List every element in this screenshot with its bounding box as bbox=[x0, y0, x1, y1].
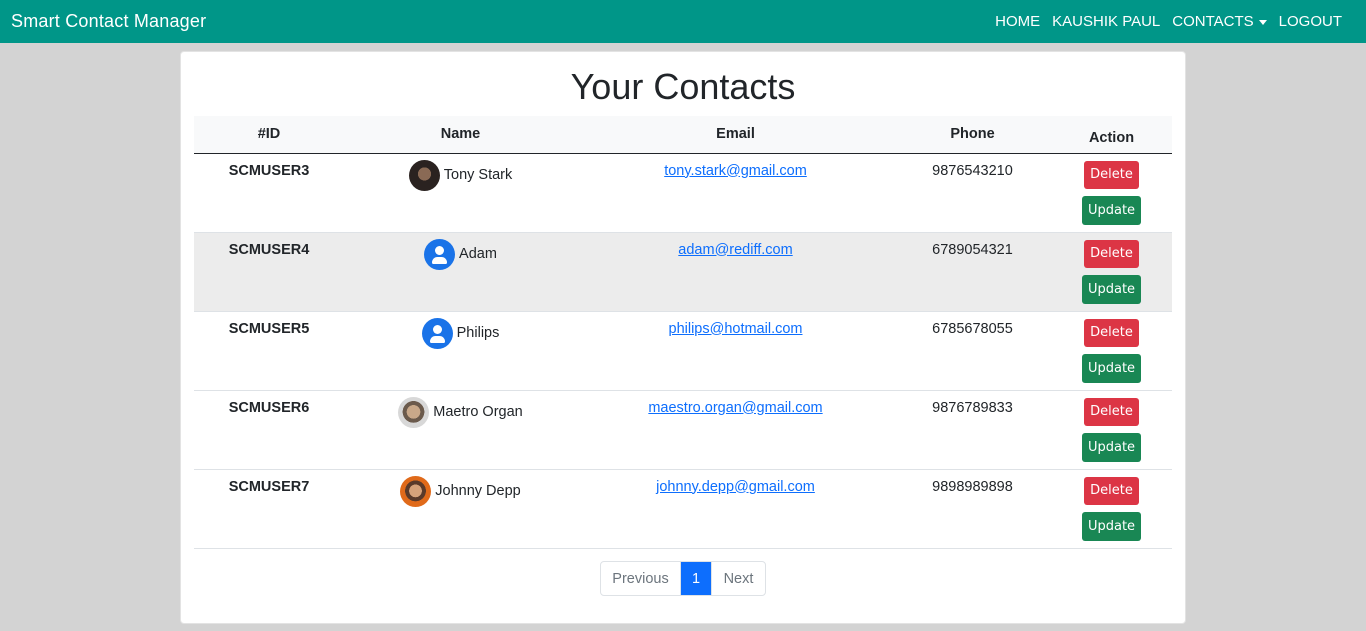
table-row: SCMUSER5 Philips philips@hotmail.com 678… bbox=[194, 311, 1172, 391]
table-header-row: #ID Name Email Phone Action bbox=[194, 116, 1172, 154]
update-button[interactable]: Update bbox=[1082, 274, 1141, 304]
contact-name: Adam bbox=[459, 246, 497, 262]
contact-name-cell: Adam bbox=[424, 238, 497, 270]
contact-phone: 9876543210 bbox=[894, 153, 1051, 233]
contacts-table: #ID Name Email Phone Action SCMUSER3 Ton… bbox=[194, 116, 1172, 549]
header-phone: Phone bbox=[894, 116, 1051, 154]
contact-name-cell: Maetro Organ bbox=[398, 396, 523, 428]
table-row: SCMUSER4 Adam adam@rediff.com 6789054321… bbox=[194, 232, 1172, 312]
contact-phone: 6789054321 bbox=[894, 232, 1051, 312]
contact-name-cell: Johnny Depp bbox=[400, 475, 521, 507]
contact-name: Tony Stark bbox=[443, 167, 513, 183]
delete-button[interactable]: Delete bbox=[1084, 476, 1139, 505]
nav-menu: HOME KAUSHIK PAUL CONTACTS LOGOUT bbox=[989, 13, 1348, 30]
contact-email-link[interactable]: maestro.organ@gmail.com bbox=[648, 400, 822, 416]
contact-email-link[interactable]: johnny.depp@gmail.com bbox=[656, 479, 815, 495]
default-user-icon bbox=[424, 238, 456, 270]
table-row: SCMUSER7 Johnny Depp johnny.depp@gmail.c… bbox=[194, 469, 1172, 549]
contact-email-link[interactable]: adam@rediff.com bbox=[678, 242, 792, 258]
contact-name: Philips bbox=[456, 325, 500, 341]
contact-id: SCMUSER3 bbox=[194, 153, 344, 233]
previous-page-button[interactable]: Previous bbox=[601, 562, 681, 595]
contact-email-link[interactable]: tony.stark@gmail.com bbox=[664, 163, 807, 179]
chevron-down-icon bbox=[1258, 19, 1267, 25]
nav-logout-link[interactable]: LOGOUT bbox=[1273, 13, 1348, 30]
pagination: Previous 1 Next bbox=[600, 561, 766, 596]
brand-link[interactable]: Smart Contact Manager bbox=[11, 11, 206, 32]
contact-id: SCMUSER4 bbox=[194, 232, 344, 312]
contact-id: SCMUSER7 bbox=[194, 469, 344, 549]
contact-email-link[interactable]: philips@hotmail.com bbox=[669, 321, 803, 337]
contact-name: Johnny Depp bbox=[435, 483, 521, 499]
contact-phone: 6785678055 bbox=[894, 311, 1051, 391]
nav-contacts-dropdown[interactable]: CONTACTS bbox=[1166, 13, 1272, 30]
contact-name-cell: Tony Stark bbox=[408, 159, 513, 191]
page-title: Your Contacts bbox=[570, 66, 796, 107]
update-button[interactable]: Update bbox=[1082, 353, 1141, 383]
top-navbar: Smart Contact Manager HOME KAUSHIK PAUL … bbox=[0, 0, 1366, 43]
delete-button[interactable]: Delete bbox=[1084, 239, 1139, 268]
delete-button[interactable]: Delete bbox=[1084, 160, 1139, 189]
nav-user-link[interactable]: KAUSHIK PAUL bbox=[1046, 13, 1166, 30]
nav-home-link[interactable]: HOME bbox=[989, 13, 1046, 30]
update-button[interactable]: Update bbox=[1082, 432, 1141, 462]
header-action: Action bbox=[1051, 116, 1172, 154]
header-name: Name bbox=[344, 116, 577, 154]
contact-name: Maetro Organ bbox=[433, 404, 523, 420]
delete-button[interactable]: Delete bbox=[1084, 397, 1139, 426]
contact-name-cell: Philips bbox=[421, 317, 500, 349]
page-1-button[interactable]: 1 bbox=[681, 562, 711, 595]
contact-id: SCMUSER6 bbox=[194, 390, 344, 470]
table-row: SCMUSER6 Maetro Organ maestro.organ@gmai… bbox=[194, 390, 1172, 470]
avatar bbox=[400, 475, 432, 507]
avatar bbox=[398, 396, 430, 428]
nav-contacts-label: CONTACTS bbox=[1172, 13, 1254, 30]
avatar bbox=[408, 159, 440, 191]
contact-phone: 9898989898 bbox=[894, 469, 1051, 549]
header-id: #ID bbox=[194, 116, 344, 154]
contact-id: SCMUSER5 bbox=[194, 311, 344, 391]
update-button[interactable]: Update bbox=[1082, 511, 1141, 541]
table-row: SCMUSER3 Tony Stark tony.stark@gmail.com… bbox=[194, 153, 1172, 233]
update-button[interactable]: Update bbox=[1082, 195, 1141, 225]
delete-button[interactable]: Delete bbox=[1084, 318, 1139, 347]
next-page-button[interactable]: Next bbox=[711, 562, 765, 595]
contact-phone: 9876789833 bbox=[894, 390, 1051, 470]
header-email: Email bbox=[577, 116, 894, 154]
default-user-icon bbox=[421, 317, 453, 349]
